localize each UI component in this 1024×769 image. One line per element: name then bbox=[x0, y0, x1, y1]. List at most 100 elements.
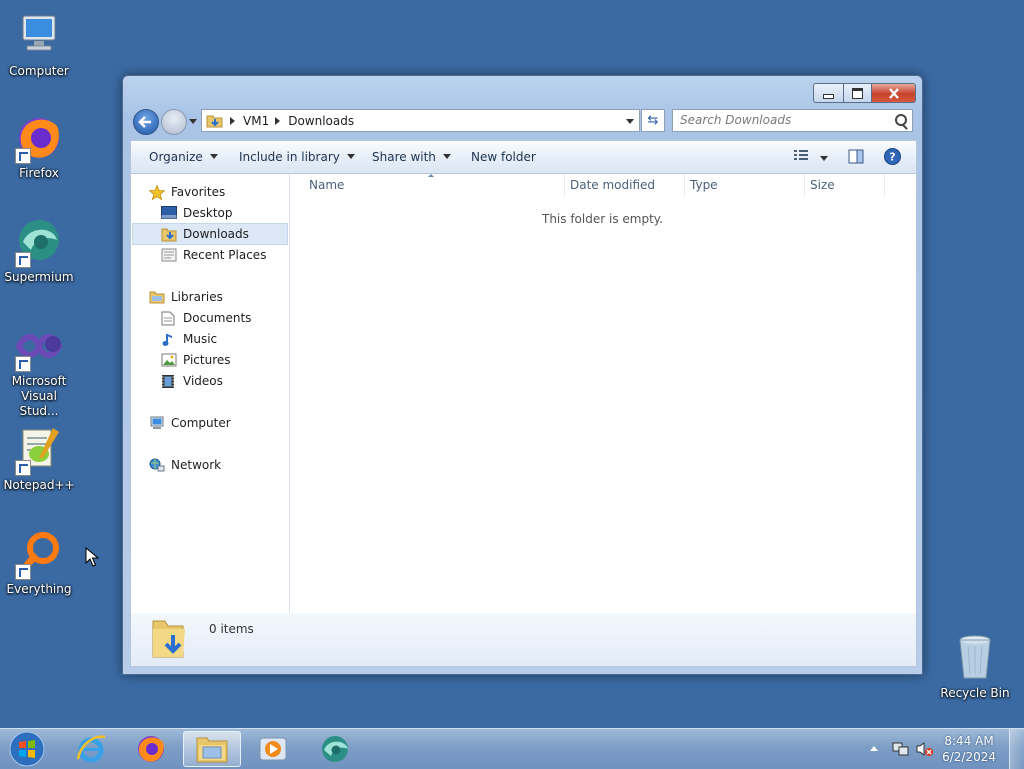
shortcut-arrow-icon bbox=[15, 356, 31, 372]
nav-recent-places[interactable]: Recent Places bbox=[161, 245, 287, 265]
nav-label: Computer bbox=[171, 416, 231, 430]
change-view-button[interactable] bbox=[793, 149, 828, 166]
sort-ascending-icon bbox=[428, 174, 434, 177]
desktop-icon-label: Notepad++ bbox=[3, 478, 75, 492]
command-bar: Organize Include in library Share with N… bbox=[130, 140, 917, 174]
shortcut-arrow-icon bbox=[15, 460, 31, 476]
back-button[interactable] bbox=[133, 109, 159, 135]
start-button[interactable] bbox=[0, 731, 54, 767]
firefox-icon bbox=[138, 736, 164, 762]
caption-buttons bbox=[813, 83, 916, 103]
column-header-size[interactable]: Size bbox=[804, 174, 885, 196]
column-header-name[interactable]: Name bbox=[303, 174, 565, 196]
taskbar-internet-explorer[interactable] bbox=[62, 731, 120, 767]
visual-studio-icon bbox=[13, 320, 65, 372]
address-bar[interactable]: VM1 Downloads bbox=[201, 109, 640, 132]
breadcrumb-downloads[interactable]: Downloads bbox=[288, 114, 354, 128]
nav-videos[interactable]: Videos bbox=[161, 371, 287, 391]
breadcrumb-vm1[interactable]: VM1 bbox=[243, 114, 269, 128]
column-header-type[interactable]: Type bbox=[684, 174, 805, 196]
maximize-button[interactable] bbox=[844, 83, 872, 103]
desktop-icon-visual-studio[interactable]: Microsoft Visual Stud... bbox=[0, 320, 79, 419]
show-desktop-button[interactable] bbox=[1009, 729, 1024, 769]
address-row: VM1 Downloads ⇆ bbox=[131, 107, 914, 135]
desktop-icon-supermium[interactable]: Supermium bbox=[0, 216, 79, 285]
new-folder-button[interactable]: New folder bbox=[471, 150, 536, 164]
desktop-icon-notepad-plus-plus[interactable]: Notepad++ bbox=[0, 424, 79, 493]
desktop-icon-everything[interactable]: Everything bbox=[0, 528, 79, 597]
taskbar-media-player[interactable] bbox=[244, 731, 302, 767]
search-icon[interactable] bbox=[895, 114, 907, 126]
preview-pane-icon bbox=[848, 149, 864, 164]
system-clock[interactable]: 8:44 AM 6/2/2024 bbox=[942, 733, 996, 765]
taskbar-windows-explorer[interactable] bbox=[183, 731, 241, 767]
tray-volume-muted-icon[interactable] bbox=[916, 741, 934, 760]
desktop-icon-recycle-bin[interactable]: Recycle Bin bbox=[935, 632, 1015, 701]
search-input[interactable] bbox=[673, 110, 880, 129]
minimize-button[interactable] bbox=[813, 83, 844, 103]
firefox-icon bbox=[13, 112, 65, 164]
nav-network[interactable]: Network bbox=[149, 455, 305, 475]
notepad-plus-plus-icon bbox=[13, 424, 65, 476]
nav-desktop[interactable]: Desktop bbox=[161, 203, 287, 223]
shortcut-arrow-icon bbox=[15, 252, 31, 268]
refresh-button[interactable]: ⇆ bbox=[641, 109, 665, 132]
desktop-icon-label: Microsoft Visual Stud... bbox=[11, 374, 67, 418]
address-history-dropdown[interactable] bbox=[626, 119, 634, 124]
recent-pages-dropdown[interactable] bbox=[189, 119, 197, 124]
shortcut-arrow-icon bbox=[15, 148, 31, 164]
new-folder-label: New folder bbox=[471, 150, 536, 164]
desktop-icon-label: Supermium bbox=[4, 270, 74, 284]
include-in-library-label: Include in library bbox=[239, 150, 340, 164]
nav-pictures[interactable]: Pictures bbox=[161, 350, 287, 370]
desktop-icon-firefox[interactable]: Firefox bbox=[0, 112, 79, 181]
column-header-date-modified[interactable]: Date modified bbox=[564, 174, 685, 196]
recent-places-icon bbox=[161, 248, 177, 262]
nav-label: Favorites bbox=[171, 185, 226, 199]
libraries-icon bbox=[149, 290, 165, 304]
desktop-icon-computer[interactable]: Computer bbox=[0, 10, 79, 79]
organize-button[interactable]: Organize bbox=[149, 150, 218, 164]
search-box[interactable] bbox=[672, 109, 913, 132]
close-button[interactable] bbox=[872, 83, 916, 103]
documents-icon bbox=[161, 311, 177, 326]
folder-icon bbox=[196, 737, 228, 763]
chevron-down-icon bbox=[819, 156, 828, 161]
include-in-library-button[interactable]: Include in library bbox=[239, 150, 355, 164]
chevron-down-icon bbox=[346, 154, 355, 159]
nav-computer[interactable]: Computer bbox=[149, 413, 305, 433]
item-count: 0 items bbox=[209, 622, 254, 636]
clock-time: 8:44 AM bbox=[944, 734, 994, 748]
computer-icon bbox=[13, 10, 65, 62]
taskbar-supermium[interactable] bbox=[306, 731, 364, 767]
internet-explorer-icon bbox=[76, 735, 106, 763]
nav-label: Network bbox=[171, 458, 222, 472]
desktop-icon bbox=[161, 206, 177, 220]
nav-favorites[interactable]: Favorites bbox=[148, 182, 305, 202]
share-with-label: Share with bbox=[372, 150, 436, 164]
downloads-folder-large-icon bbox=[152, 620, 185, 658]
network-icon bbox=[149, 458, 165, 472]
clock-date: 6/2/2024 bbox=[942, 750, 996, 764]
show-hidden-icons-button[interactable] bbox=[870, 746, 878, 751]
help-icon: ? bbox=[884, 148, 901, 165]
preview-pane-button[interactable] bbox=[848, 149, 864, 167]
maximize-icon bbox=[852, 87, 863, 99]
nav-downloads[interactable]: Downloads bbox=[132, 223, 288, 245]
supermium-icon bbox=[13, 216, 65, 268]
taskbar: 8:44 AM 6/2/2024 bbox=[0, 728, 1024, 769]
tray-network-icon[interactable] bbox=[892, 741, 910, 760]
share-with-button[interactable]: Share with bbox=[372, 150, 451, 164]
videos-icon bbox=[161, 374, 177, 388]
nav-label: Music bbox=[183, 332, 218, 346]
arrow-left-icon bbox=[138, 116, 151, 128]
nav-libraries[interactable]: Libraries bbox=[149, 287, 305, 307]
forward-button[interactable] bbox=[161, 109, 187, 135]
taskbar-firefox[interactable] bbox=[122, 731, 180, 767]
nav-music[interactable]: Music bbox=[161, 329, 287, 349]
explorer-window: VM1 Downloads ⇆ Organize Include in libr… bbox=[122, 75, 923, 675]
shortcut-arrow-icon bbox=[15, 564, 31, 580]
help-button[interactable]: ? bbox=[884, 148, 901, 168]
details-pane: 0 items bbox=[130, 613, 917, 667]
nav-documents[interactable]: Documents bbox=[161, 308, 287, 328]
